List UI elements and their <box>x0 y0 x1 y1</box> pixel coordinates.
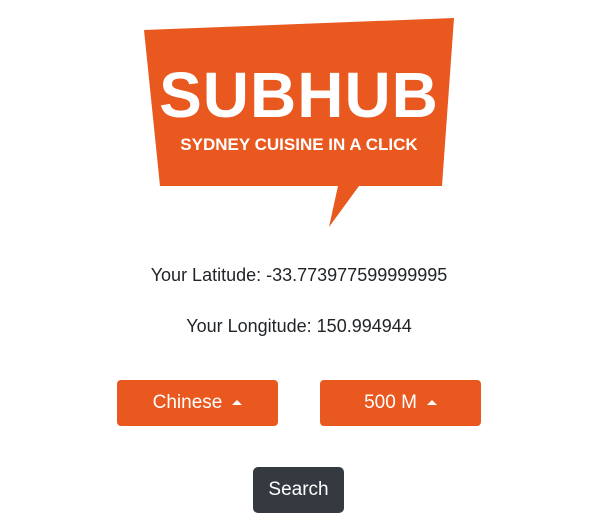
distance-dropdown-label: 500 M <box>364 392 417 413</box>
cuisine-dropdown-label: Chinese <box>152 392 223 413</box>
search-button[interactable]: Search <box>253 467 344 513</box>
cuisine-dropdown-button[interactable]: Chinese <box>117 380 278 426</box>
subhub-logo: SUBHUB SYDNEY CUISINE IN A CLICK <box>143 18 455 228</box>
logo-title: SUBHUB <box>159 59 439 131</box>
distance-dropdown-button[interactable]: 500 M <box>320 380 481 426</box>
longitude-text: Your Longitude: 150.994944 <box>186 316 412 336</box>
caret-up-icon <box>426 399 437 405</box>
caret-up-icon <box>232 399 243 405</box>
speech-bubble-logo-icon: SUBHUB SYDNEY CUISINE IN A CLICK <box>144 18 454 227</box>
latitude-text: Your Latitude: -33.773977599999995 <box>150 265 448 285</box>
logo-tagline: SYDNEY CUISINE IN A CLICK <box>180 135 418 154</box>
